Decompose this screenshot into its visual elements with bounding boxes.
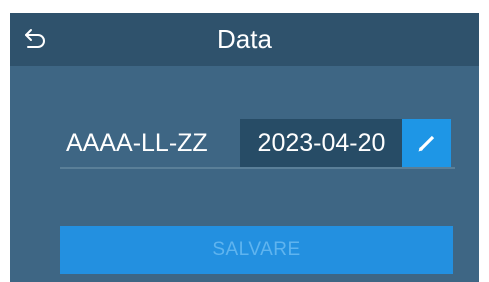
pencil-icon	[418, 135, 434, 152]
date-value: 2023-04-20	[240, 119, 403, 167]
back-button[interactable]	[18, 21, 54, 57]
date-row: AAAA-LL-ZZ 2023-04-20	[60, 119, 455, 169]
back-arrow-icon	[25, 29, 45, 48]
edit-date-button[interactable]	[402, 119, 451, 167]
date-format-label: AAAA-LL-ZZ	[66, 129, 208, 157]
row-divider	[60, 167, 455, 169]
header-bar: Data	[10, 13, 479, 66]
date-settings-screen: Data AAAA-LL-ZZ 2023-04-20 SALVARE	[10, 13, 479, 282]
save-button[interactable]: SALVARE	[60, 226, 453, 274]
page-title: Data	[217, 24, 272, 54]
